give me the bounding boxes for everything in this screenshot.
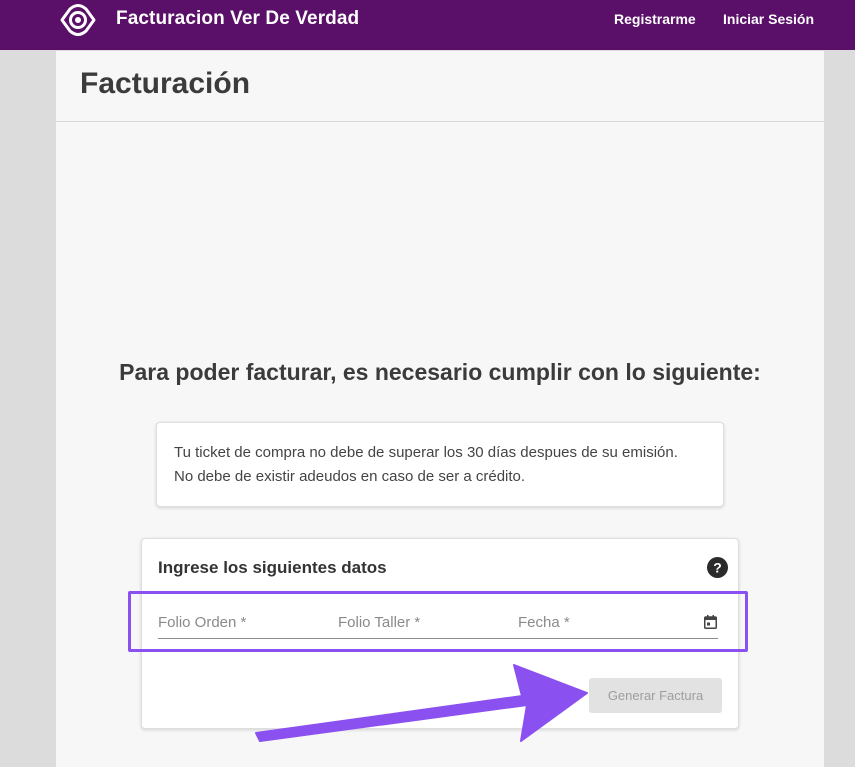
register-link[interactable]: Registrarme — [614, 11, 696, 27]
fecha-input[interactable] — [518, 606, 688, 638]
page-title: Facturación — [80, 67, 251, 100]
calendar-icon[interactable] — [704, 615, 717, 629]
login-link[interactable]: Iniciar Sesión — [723, 11, 814, 27]
form-title: Ingrese los siguientes datos — [158, 558, 387, 577]
help-circle-icon[interactable]: ? — [707, 557, 728, 578]
app-title[interactable]: Facturacion Ver De Verdad — [116, 8, 359, 30]
invoice-form-card: Ingrese los siguientes datos ? Generar F… — [141, 538, 739, 729]
folio-taller-input[interactable] — [338, 606, 508, 638]
requirement-item: No debe de existir adeudos en caso de se… — [174, 468, 526, 485]
top-navbar: Facturacion Ver De Verdad Registrarme In… — [0, 0, 855, 50]
generate-invoice-button[interactable]: Generar Factura — [589, 678, 722, 713]
page-header: Facturación — [56, 51, 824, 122]
eye-logo-icon[interactable] — [58, 0, 98, 40]
requirements-heading: Para poder facturar, es necesario cumpli… — [119, 359, 761, 385]
folio-orden-input[interactable] — [158, 606, 328, 638]
main-content: Facturación Para poder facturar, es nece… — [56, 51, 824, 767]
svg-text:?: ? — [713, 560, 722, 576]
requirement-item: Tu ticket de compra no debe de superar l… — [174, 444, 678, 461]
form-fields-row — [158, 606, 718, 639]
requirements-card: Tu ticket de compra no debe de superar l… — [156, 422, 724, 507]
